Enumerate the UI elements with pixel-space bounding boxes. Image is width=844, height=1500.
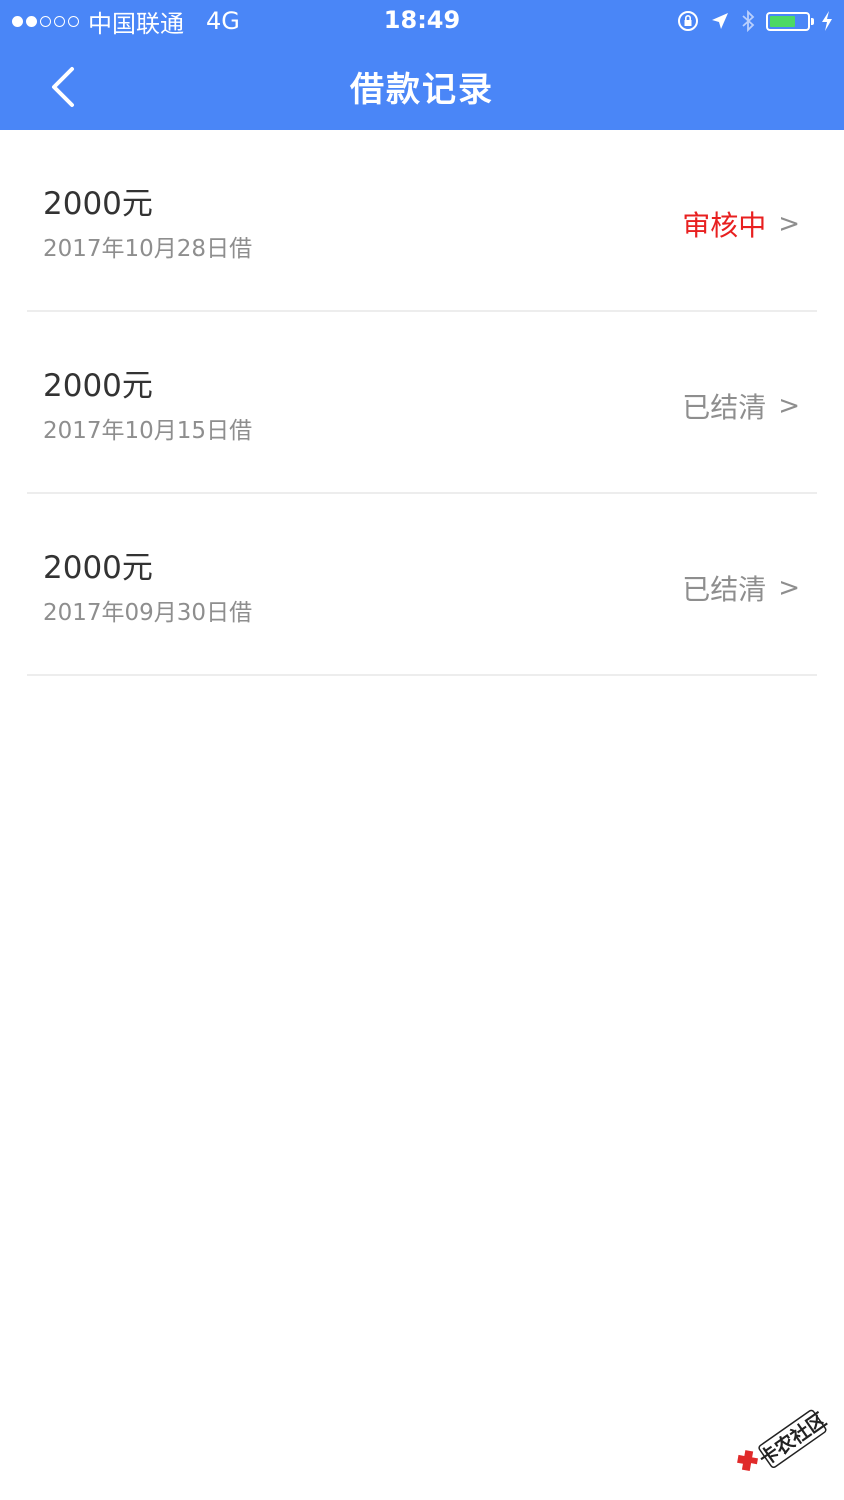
watermark-logo-icon: 卡农社区 <box>737 1408 830 1471</box>
status-label: 已结清 <box>682 391 767 424</box>
loan-status: 已结清 > <box>682 386 800 426</box>
battery-icon <box>766 11 814 31</box>
location-arrow-icon <box>712 13 728 29</box>
status-bar: 中国联通 4G 18:49 <box>0 0 844 42</box>
status-right <box>676 6 834 36</box>
loan-amount: 2000元 <box>43 186 153 222</box>
loan-date: 2017年10月28日借 <box>43 236 253 262</box>
loan-record-item[interactable]: 2000元 2017年09月30日借 已结清 > <box>0 494 844 676</box>
loan-record-item[interactable]: 2000元 2017年10月15日借 已结清 > <box>0 312 844 494</box>
loan-amount: 2000元 <box>43 550 153 586</box>
chevron-right-icon: > <box>778 573 800 603</box>
bluetooth-icon <box>742 9 755 33</box>
svg-text:卡农社区: 卡农社区 <box>755 1408 830 1470</box>
loan-status: 审核中 > <box>682 204 800 244</box>
status-label: 审核中 <box>682 209 767 242</box>
app-header: 中国联通 4G 18:49 借款记录 <box>0 0 844 130</box>
loan-record-list: 2000元 2017年10月28日借 审核中 > 2000元 2017年10月1… <box>0 130 844 676</box>
navigation-bar: 借款记录 <box>0 42 844 130</box>
loan-status: 已结清 > <box>682 568 800 608</box>
chevron-right-icon: > <box>778 209 800 239</box>
page-title: 借款记录 <box>350 70 494 110</box>
chevron-right-icon: > <box>778 391 800 421</box>
charging-bolt-icon <box>822 11 832 31</box>
rotation-lock-icon <box>678 11 698 31</box>
loan-amount: 2000元 <box>43 368 153 404</box>
loan-record-item[interactable]: 2000元 2017年10月28日借 审核中 > <box>0 130 844 312</box>
loan-date: 2017年10月15日借 <box>43 418 253 444</box>
status-label: 已结清 <box>682 573 767 606</box>
loan-date: 2017年09月30日借 <box>43 600 253 626</box>
